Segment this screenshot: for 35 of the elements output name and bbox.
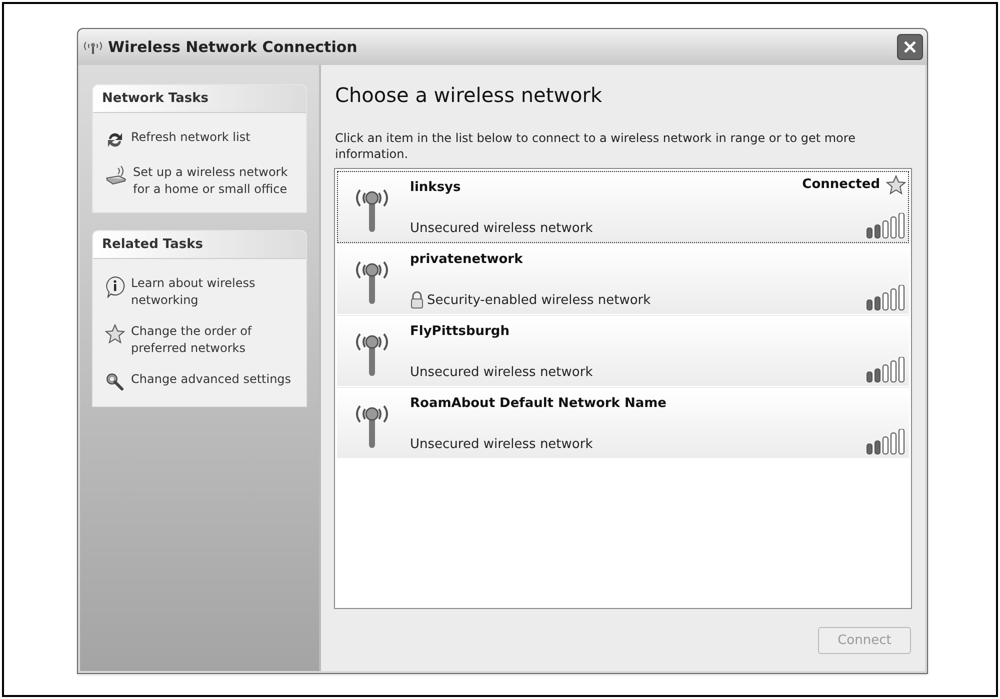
network-name: FlyPittsburgh [410, 323, 510, 341]
task-link[interactable]: Change advanced settings [105, 371, 294, 392]
wireless-icon [82, 40, 104, 54]
network-item[interactable]: linksys Unsecured wireless network Connected [337, 171, 909, 243]
lock-icon [410, 291, 424, 310]
window-title: Wireless Network Connection [108, 36, 358, 58]
star-icon [886, 175, 906, 195]
signal-strength-icon [866, 429, 906, 455]
info-icon [105, 276, 125, 298]
connection-status: Connected [802, 176, 880, 194]
network-item[interactable]: RoamAbout Default Network Name Unsecured wireless network [337, 387, 909, 459]
security-status: Unsecured wireless network [410, 436, 593, 454]
network-item[interactable]: FlyPittsburgh Unsecured wireless network [337, 315, 909, 387]
panel-title: Related Tasks [102, 236, 204, 254]
task-link[interactable]: Refresh network list [105, 129, 294, 150]
star-icon [105, 324, 125, 344]
network-name: RoamAbout Default Network Name [410, 395, 668, 413]
close-icon [903, 40, 917, 54]
signal-strength-icon [866, 213, 906, 239]
page-heading: Choose a wireless network [335, 82, 604, 109]
task-link[interactable]: Set up a wireless network for a home or small office [105, 164, 294, 198]
panel-title: Network Tasks [102, 90, 209, 108]
task-link[interactable]: Change the order of preferred networks [105, 323, 294, 357]
security-status: Unsecured wireless network [410, 220, 593, 238]
router-icon [105, 165, 127, 185]
instructions-text: Click an item in the list below to connect to a wireless network in range or to get more information. [335, 130, 856, 162]
network-item[interactable]: privatenetwork Security-enabled wireless network [337, 243, 909, 315]
signal-strength-icon [866, 285, 906, 311]
task-link[interactable]: Learn about wireless networking [105, 275, 294, 309]
network-name: linksys [410, 179, 462, 197]
close-button[interactable] [897, 34, 923, 60]
security-status: Security-enabled wireless network [427, 292, 651, 310]
security-status: Unsecured wireless network [410, 364, 593, 382]
signal-strength-icon [866, 357, 906, 383]
network-name: privatenetwork [410, 251, 524, 269]
